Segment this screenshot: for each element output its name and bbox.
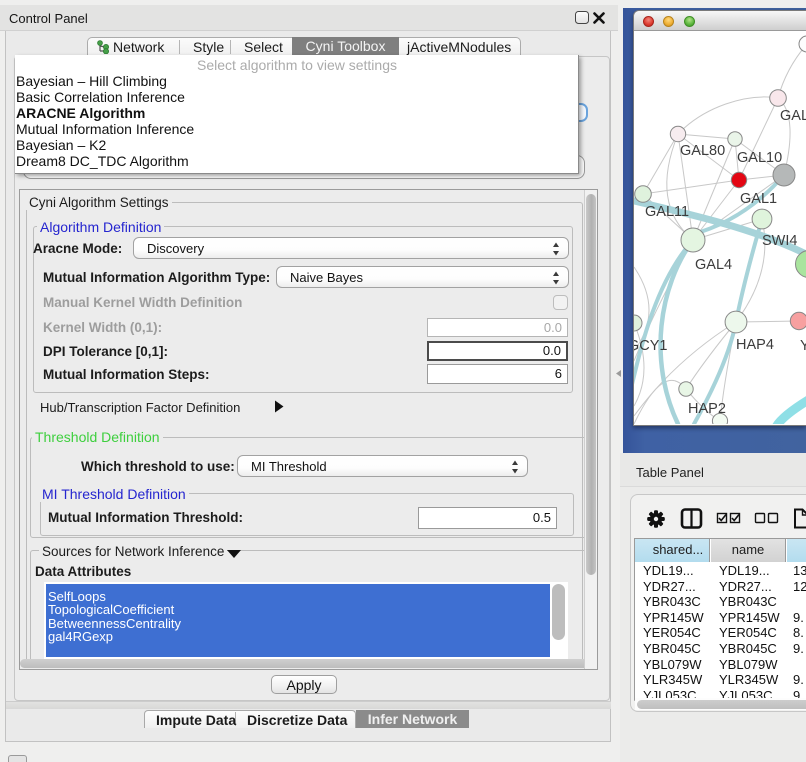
svg-text:GAL: GAL	[780, 108, 806, 124]
svg-text:GCY1: GCY1	[634, 338, 668, 354]
svg-text:HAP2: HAP2	[688, 401, 726, 417]
svg-text:HAP4: HAP4	[736, 337, 774, 353]
svg-text:Y: Y	[800, 338, 806, 354]
svg-text:GAL4: GAL4	[695, 257, 732, 273]
svg-text:SWI4: SWI4	[762, 233, 797, 249]
svg-text:GAL11: GAL11	[645, 204, 689, 220]
svg-text:GAL80: GAL80	[680, 143, 725, 159]
svg-text:GAL10: GAL10	[737, 150, 782, 166]
svg-text:GAL1: GAL1	[740, 191, 777, 207]
